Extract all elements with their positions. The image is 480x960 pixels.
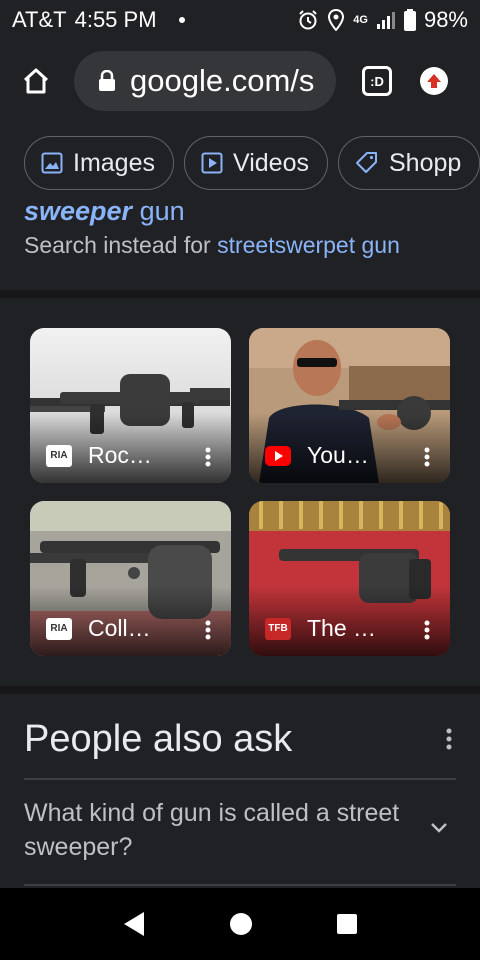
ria-favicon-icon: RIA [46,444,72,467]
location-icon [328,9,345,31]
original-query-link[interactable]: streetswerpet gun [217,232,400,258]
image-source: RIA Coll… [46,615,151,642]
tag-icon [355,152,377,173]
update-chrome-button[interactable] [420,67,448,95]
play-video-icon [201,152,223,174]
image-result-card[interactable]: RIA Roc… [30,328,231,483]
more-vert-icon[interactable] [424,447,430,467]
image-source: You… [265,442,369,469]
signal-icon [376,12,395,29]
image-source: TFB The … [265,615,376,642]
spelling-correction: sweeper gun Search instead for streetswe… [0,196,480,290]
chevron-down-icon[interactable] [430,822,448,834]
more-vert-icon[interactable] [446,728,452,750]
home-circle-icon[interactable] [229,912,253,936]
lock-icon [99,70,115,91]
image-source-text: Coll… [88,615,151,641]
image-icon [41,152,63,174]
chip-videos[interactable]: Videos [183,136,328,190]
chip-label: Images [73,148,155,177]
image-result-card[interactable]: RIA Coll… [30,501,231,656]
carrier: AT&T [12,7,67,32]
related-question[interactable]: What kind of gun is called a street swee… [24,796,404,864]
more-vert-icon[interactable] [205,620,211,640]
notification-dot-icon [178,17,185,23]
clock: 4:55 PM [74,7,157,32]
browser-toolbar: google.com/s :D [0,40,480,122]
back-icon[interactable] [122,911,146,937]
image-source-text: You… [307,442,369,468]
tab-switcher-button[interactable]: :D [362,66,392,96]
chip-shopping[interactable]: Shopp [337,136,480,190]
more-vert-icon[interactable] [205,447,211,467]
image-result-card[interactable]: You… [249,328,450,483]
arrow-up-icon [427,74,441,88]
home-button[interactable] [16,61,56,101]
people-also-ask-heading: People also ask [24,718,293,760]
divider-line [24,778,456,780]
chip-images[interactable]: Images [24,136,174,190]
divider-line [24,884,456,886]
alarm-icon [299,10,317,30]
youtube-icon [265,445,291,466]
filter-chips: Images Videos Shopp [0,122,480,204]
chip-label: Videos [232,148,309,177]
ria-favicon-icon: RIA [46,617,72,640]
tfb-favicon-icon: TFB [265,617,291,640]
image-source: RIA Roc… [46,442,152,469]
search-results-page: Images Videos Shopp sweeper gun Search i… [0,122,480,888]
status-bar: AT&T 4:55 PM 4G 98% [0,0,480,40]
url-text: google.com/s [130,63,315,98]
section-divider [0,686,480,694]
battery-level: 98% [423,7,468,32]
home-icon [23,68,49,94]
recents-icon[interactable] [336,913,358,935]
address-bar[interactable]: google.com/s [74,51,336,111]
more-vert-icon[interactable] [424,620,430,640]
chip-label: Shopp [388,148,462,177]
search-instead-prefix: Search instead for [24,232,218,258]
search-instead: Search instead for streetswerpet gun [24,232,400,259]
image-source-text: The … [307,615,377,641]
system-nav-bar [0,888,480,960]
image-source-text: Roc… [88,442,152,468]
network-type: 4G [353,14,368,26]
section-divider [0,290,480,298]
battery-icon [403,9,416,31]
image-result-card[interactable]: TFB The … [249,501,450,656]
